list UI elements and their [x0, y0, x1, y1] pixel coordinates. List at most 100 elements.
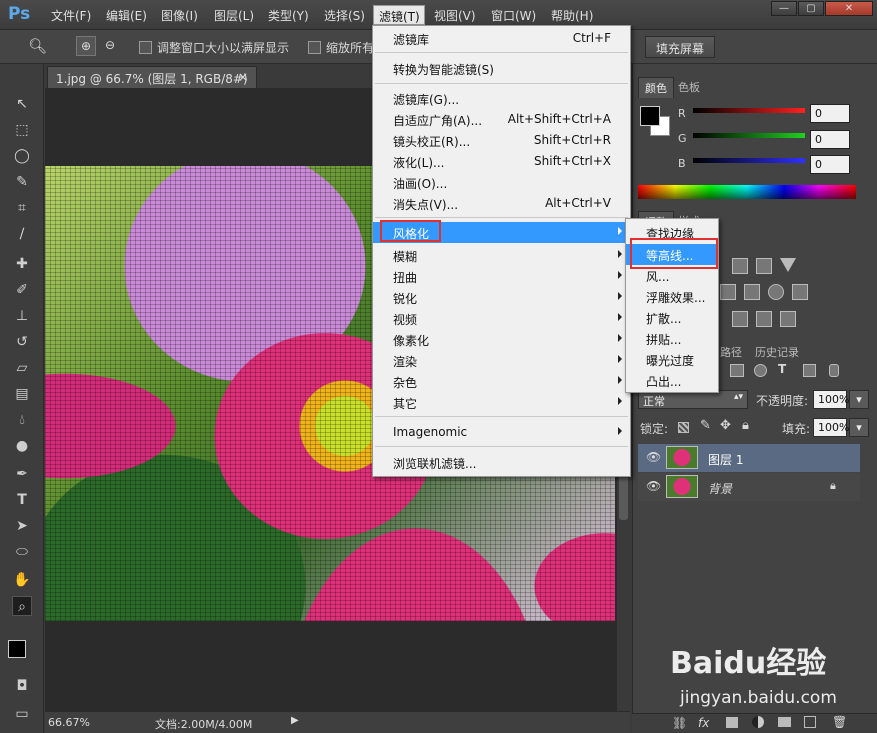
minimize-button[interactable]: —	[771, 1, 797, 16]
ellipse-tool-icon[interactable]: ⬭	[12, 542, 32, 562]
move-tool-icon[interactable]: ↖	[12, 94, 32, 114]
document-tab[interactable]: 1.jpg @ 66.7% (图层 1, RGB/8#) * ×	[47, 66, 257, 101]
quick-mask-icon[interactable]: ◘	[12, 676, 32, 696]
menu-filter[interactable]: 滤镜(T)	[373, 5, 425, 25]
opacity-dropdown-icon[interactable]: ▾	[849, 390, 869, 409]
brush-tool-icon[interactable]: ✐	[12, 280, 32, 300]
filter-toggle-icon[interactable]	[829, 364, 839, 377]
eraser-tool-icon[interactable]: ▱	[12, 358, 32, 378]
visibility-eye-icon[interactable]: 👁︎	[646, 450, 661, 464]
menu-item-browse-online-filters[interactable]: 浏览联机滤镜...	[373, 452, 630, 473]
gradient-tool-icon[interactable]: ▤	[12, 384, 32, 404]
menu-item-pixelate[interactable]: 像素化	[373, 329, 630, 350]
lasso-tool-icon[interactable]: ◯	[12, 146, 32, 166]
menu-item-emboss[interactable]: 浮雕效果...	[626, 286, 718, 307]
filter-type-icon[interactable]: T	[778, 362, 786, 376]
type-tool-icon[interactable]: T	[12, 490, 32, 510]
layer-row-1[interactable]: 👁︎ 图层 1	[638, 444, 860, 472]
zoom-out-icon[interactable]: ⊖	[100, 36, 120, 56]
menu-item-noise[interactable]: 杂色	[373, 371, 630, 392]
menu-item-render[interactable]: 渲染	[373, 350, 630, 371]
menu-item-liquify[interactable]: 液化(L)... Shift+Ctrl+X	[373, 151, 630, 172]
channel-b-input[interactable]: 0	[810, 155, 850, 174]
menu-window[interactable]: 窗口(W)	[491, 7, 536, 24]
menu-item-other[interactable]: 其它	[373, 392, 630, 413]
blur-tool-icon[interactable]: 💧︎	[12, 410, 32, 430]
close-tab-icon[interactable]: ×	[238, 70, 248, 84]
menu-help[interactable]: 帮助(H)	[551, 7, 593, 24]
tab-swatches[interactable]: 色板	[678, 79, 700, 95]
menu-item-imagenomic[interactable]: Imagenomic	[373, 422, 630, 443]
zoom-level[interactable]: 66.67%	[48, 716, 90, 729]
color-lookup-icon[interactable]	[792, 284, 808, 300]
menu-image[interactable]: 图像(I)	[161, 7, 198, 24]
channel-b-slider[interactable]	[693, 158, 805, 163]
tab-color[interactable]: 颜色	[638, 77, 674, 98]
menu-item-filter-gallery[interactable]: 滤镜库(G)...	[373, 88, 630, 109]
visibility-eye-icon[interactable]: 👁︎	[646, 479, 661, 493]
menu-item-convert-smart-filter[interactable]: 转换为智能滤镜(S)	[373, 58, 630, 79]
hue-sat-icon[interactable]	[744, 284, 760, 300]
menu-select[interactable]: 选择(S)	[324, 7, 365, 24]
zoom-all-checkbox[interactable]	[308, 41, 321, 54]
menu-item-lens-correction[interactable]: 镜头校正(R)... Shift+Ctrl+R	[373, 130, 630, 151]
screen-mode-icon[interactable]: ▭	[12, 704, 32, 724]
channel-g-slider[interactable]	[693, 133, 805, 138]
zoom-tool-icon[interactable]: ⌕	[12, 596, 32, 616]
channel-r-slider[interactable]	[693, 108, 805, 113]
history-brush-icon[interactable]: ↺	[12, 332, 32, 352]
menu-item-extrude[interactable]: 凸出...	[626, 370, 718, 391]
zoom-in-icon[interactable]: ⊕	[76, 36, 96, 56]
menu-view[interactable]: 视图(V)	[434, 7, 476, 24]
layer-name[interactable]: 图层 1	[708, 451, 743, 468]
pen-tool-icon[interactable]: ✒	[12, 464, 32, 484]
menu-item-solarize[interactable]: 曝光过度	[626, 349, 718, 370]
menu-item-filter-gallery-last[interactable]: 滤镜库 Ctrl+F	[373, 28, 630, 49]
hand-tool-icon[interactable]: ✋	[12, 570, 32, 590]
zoom-tool-icon[interactable]: 🔍︎	[28, 37, 47, 55]
eyedropper-tool-icon[interactable]: ∕	[12, 224, 32, 244]
fill-screen-button[interactable]: 填充屏幕	[645, 36, 716, 58]
color-spectrum[interactable]	[638, 185, 856, 199]
lock-paint-icon[interactable]: ✎	[700, 418, 711, 433]
menu-layer[interactable]: 图层(L)	[214, 7, 254, 24]
filter-pixel-icon[interactable]	[730, 364, 744, 377]
threshold-icon[interactable]	[780, 311, 796, 327]
channel-r-input[interactable]: 0	[810, 104, 850, 123]
invert-icon[interactable]	[732, 311, 748, 327]
menu-item-oil-paint[interactable]: 油画(O)...	[373, 172, 630, 193]
close-window-button[interactable]: ✕	[825, 1, 873, 16]
dodge-tool-icon[interactable]: ●	[12, 436, 32, 456]
document-info[interactable]: 文档:2.00M/4.00M	[155, 716, 252, 732]
lock-all-icon[interactable]: 🔒︎	[742, 418, 749, 433]
tab-paths[interactable]: 路径	[720, 344, 742, 360]
menu-item-vanishing-point[interactable]: 消失点(V)... Alt+Ctrl+V	[373, 193, 630, 214]
fill-input[interactable]: 100%	[813, 418, 849, 437]
menu-item-tiles[interactable]: 拼贴...	[626, 328, 718, 349]
path-select-tool-icon[interactable]: ➤	[12, 516, 32, 536]
fill-dropdown-icon[interactable]: ▾	[849, 418, 869, 437]
menu-item-diffuse[interactable]: 扩散...	[626, 307, 718, 328]
lock-move-icon[interactable]: ✥	[720, 418, 731, 433]
menu-file[interactable]: 文件(F)	[51, 7, 91, 24]
healing-brush-icon[interactable]: ✚	[12, 254, 32, 274]
menu-type[interactable]: 类型(Y)	[268, 7, 309, 24]
quick-select-tool-icon[interactable]: ✎	[12, 172, 32, 192]
filter-shape-icon[interactable]	[803, 364, 816, 377]
layer-name[interactable]: 背景	[708, 480, 732, 497]
stamp-tool-icon[interactable]: ⊥	[12, 306, 32, 326]
menu-item-blur[interactable]: 模糊	[373, 245, 630, 266]
status-arrow-icon[interactable]: ▶	[291, 715, 299, 726]
levels-icon[interactable]	[732, 258, 748, 274]
layer-row-background[interactable]: 👁︎ 背景 🔒︎	[638, 473, 860, 501]
resize-windows-checkbox[interactable]	[139, 41, 152, 54]
menu-item-sharpen[interactable]: 锐化	[373, 287, 630, 308]
lock-transparent-icon[interactable]	[678, 422, 689, 433]
marquee-tool-icon[interactable]: ⬚	[12, 120, 32, 140]
menu-item-adaptive-wide-angle[interactable]: 自适应广角(A)... Alt+Shift+Ctrl+A	[373, 109, 630, 130]
menu-item-distort[interactable]: 扭曲	[373, 266, 630, 287]
tab-history[interactable]: 历史记录	[755, 344, 799, 360]
fg-color-swatch[interactable]	[640, 106, 660, 126]
crop-tool-icon[interactable]: ⌗	[12, 198, 32, 218]
posterize-icon[interactable]	[756, 311, 772, 327]
